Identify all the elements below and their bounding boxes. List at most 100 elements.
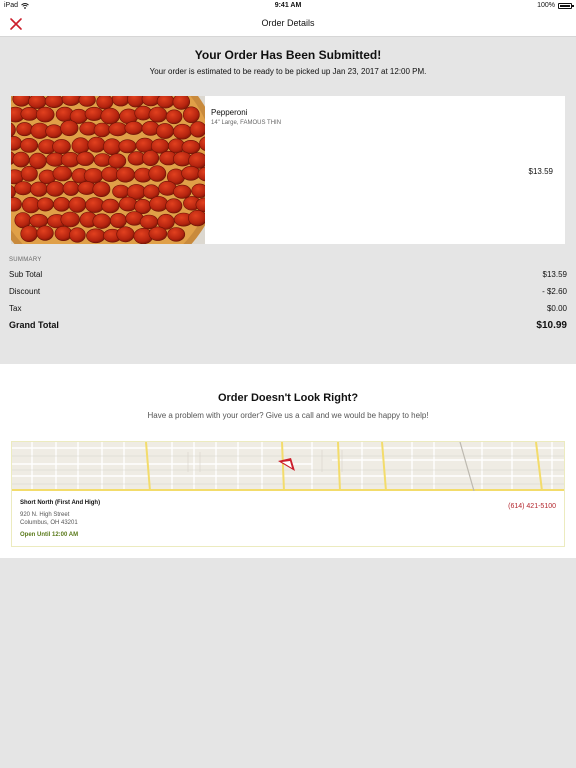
help-section: Order Doesn't Look Right? Have a problem… — [0, 364, 576, 558]
discount-row: Discount - $2.60 — [9, 287, 567, 296]
discount-value: - $2.60 — [542, 287, 567, 296]
tax-value: $0.00 — [546, 304, 567, 313]
pepperoni-slice — [68, 196, 87, 213]
store-name: Short North (First And High) — [20, 500, 101, 506]
status-bar: iPad 9:41 AM 100% — [0, 0, 576, 12]
tax-label: Tax — [9, 304, 22, 313]
grand-total-label: Grand Total — [9, 320, 59, 330]
pepperoni-slice — [85, 197, 105, 213]
pepperoni-slice — [96, 96, 114, 110]
pepperoni-slice — [16, 122, 33, 137]
navigation-bar: Order Details — [0, 12, 576, 37]
pepperoni-slice — [36, 225, 54, 241]
subtotal-value: $13.59 — [542, 270, 567, 279]
pepperoni-slice — [118, 139, 137, 154]
pepperoni-slice — [69, 227, 86, 243]
pepperoni-slice — [191, 183, 205, 198]
pepperoni-slice — [46, 181, 65, 197]
pepperoni-slice — [35, 106, 55, 123]
pepperoni-slice — [149, 196, 169, 212]
pepperoni-slice — [139, 214, 159, 230]
pepperoni-slice — [156, 96, 175, 109]
pepperoni-slice — [148, 165, 167, 182]
pepperoni-slice — [189, 121, 205, 138]
pepperoni-slice — [182, 106, 200, 124]
pepperoni-slice — [71, 137, 90, 155]
battery-percent: 100% — [537, 2, 555, 9]
pepperoni-slice — [181, 166, 201, 181]
pepperoni-slice — [167, 227, 186, 242]
pepperoni-slice — [29, 213, 49, 228]
pepperoni-slice — [148, 106, 168, 123]
pepperoni-slice — [60, 211, 80, 228]
battery-status: 100% — [537, 2, 574, 9]
pepperoni-slice — [108, 122, 128, 137]
pepperoni-slice — [110, 213, 127, 229]
pepperoni-slice — [76, 151, 95, 166]
pepperoni-slice — [92, 213, 111, 229]
item-name: Pepperoni — [211, 108, 248, 117]
pepperoni-slice — [100, 107, 120, 125]
pepperoni-slice — [93, 122, 111, 138]
pickup-estimate-text: Your order is estimated to be ready to b… — [149, 67, 427, 76]
battery-icon — [558, 2, 574, 9]
pepperoni-slice — [62, 180, 80, 196]
pepperoni-slice — [14, 181, 33, 196]
pepperoni-slice — [165, 198, 183, 214]
store-phone-link[interactable]: (614) 421-5100 — [508, 503, 556, 510]
grand-total-value: $10.99 — [536, 320, 567, 331]
item-description: 14" Large, FAMOUS THIN — [211, 120, 282, 126]
store-address-line2: Columbus, OH 43201 — [20, 520, 78, 526]
pepperoni-pizza-photo — [11, 96, 205, 244]
store-card[interactable]: Short North (First And High) 920 N. High… — [11, 441, 565, 547]
battery-fill — [560, 4, 570, 7]
tax-row: Tax $0.00 — [9, 304, 567, 313]
order-summary-section: Your Order Has Been Submitted! Your orde… — [0, 37, 576, 363]
store-address-line1: 920 N. High Street — [20, 512, 70, 518]
store-map[interactable] — [12, 442, 564, 491]
pepperoni-slice — [87, 136, 106, 153]
pepperoni-slice — [156, 123, 175, 139]
subtotal-label: Sub Total — [9, 270, 43, 279]
order-item-card: Pepperoni 14" Large, FAMOUS THIN $13.59 — [11, 96, 565, 244]
pepperoni-slice — [83, 168, 104, 184]
pepperoni-slice — [53, 197, 71, 212]
pepperoni-slice — [52, 139, 71, 155]
map-streets-graphic — [12, 442, 564, 491]
page-title: Order Details — [261, 18, 315, 28]
pepperoni-slice — [20, 106, 39, 121]
pepperoni-slice — [86, 228, 106, 244]
pepperoni-slice — [118, 196, 138, 212]
pepperoni-slice — [101, 198, 120, 214]
pepperoni-slice — [52, 165, 73, 182]
order-submitted-heading: Your Order Has Been Submitted! — [194, 48, 382, 62]
pepperoni-slice — [20, 138, 39, 153]
pepperoni-slice — [188, 210, 205, 227]
pepperoni-slice — [12, 151, 30, 168]
pepperoni-slice — [20, 165, 38, 182]
pepperoni-slice — [78, 96, 96, 107]
help-heading: Order Doesn't Look Right? — [217, 392, 359, 404]
pepperoni-slice — [116, 166, 136, 183]
discount-label: Discount — [9, 287, 41, 296]
pepperoni-slice — [142, 150, 160, 166]
store-hours: Open Until 12:00 AM — [20, 532, 79, 538]
pepperoni-slice — [102, 138, 122, 156]
pepperoni-slice — [165, 109, 183, 125]
pizza-image — [11, 96, 205, 244]
pepperoni-slice — [116, 226, 135, 243]
pepperoni-slice — [108, 153, 127, 169]
pepperoni-slice — [84, 106, 104, 121]
summary-label: SUMMARY — [9, 257, 42, 263]
help-text: Have a problem with your order? Give us … — [147, 411, 429, 420]
pepperoni-slice — [45, 124, 63, 139]
pepperoni-slice — [92, 181, 111, 197]
pepperoni-slice — [37, 197, 54, 212]
pepperoni-slice — [148, 226, 168, 241]
grand-total-row: Grand Total $10.99 — [9, 320, 567, 331]
pepperoni-slice — [172, 123, 192, 140]
pepperoni-slice — [173, 184, 192, 199]
pepperoni-slice — [60, 120, 79, 137]
subtotal-row: Sub Total $13.59 — [9, 270, 567, 279]
pepperoni-slice — [112, 184, 130, 199]
